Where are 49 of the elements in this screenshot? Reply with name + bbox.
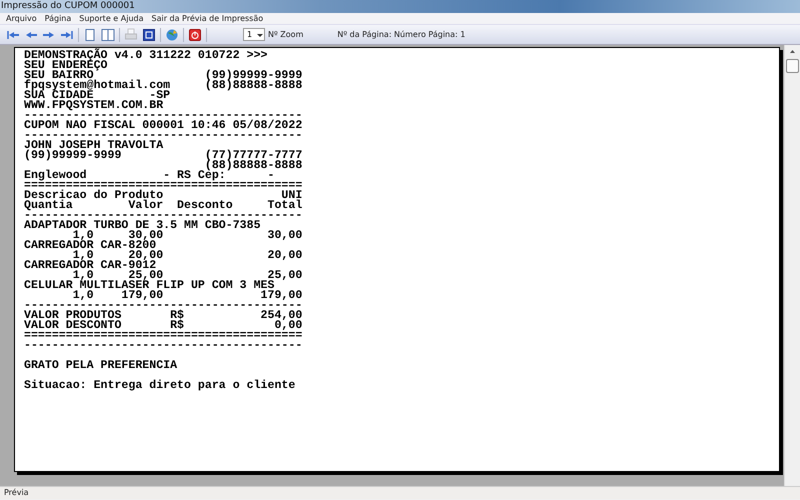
zoom-dropdown[interactable]: 1 [243, 28, 265, 41]
receipt-line: JOHN JOSEPH TRAVOLTA [24, 141, 164, 151]
globe-icon [165, 28, 179, 42]
receipt-line: SEU ENDEREÇO [24, 61, 108, 71]
page-icon [83, 28, 97, 42]
receipt-line: ======================================== [24, 181, 302, 191]
receipt-line: ---------------------------------------- [24, 301, 302, 311]
receipt-line: VALOR DESCONTO R$ 0,00 [24, 321, 302, 331]
toolbar-button[interactable] [142, 28, 156, 42]
receipt-line: Situacao: Entrega direto para o cliente [24, 381, 296, 391]
receipt-line: GRATO PELA PREFERENCIA [24, 361, 178, 371]
menu-item[interactable]: Sair da Prévia de Impressão [148, 14, 268, 23]
menu-item[interactable]: Suporte e Ajuda [75, 14, 148, 23]
receipt-line: ---------------------------------------- [24, 341, 302, 351]
two-pages-icon [101, 28, 115, 42]
square-icon [142, 28, 156, 42]
menu-item[interactable]: Página [40, 14, 76, 23]
zoom-label: Nº Zoom [268, 30, 304, 39]
menu-item[interactable]: Arquivo [2, 14, 41, 23]
receipt-line: ---------------------------------------- [24, 211, 302, 221]
receipt-line: WWW.FPQSYSTEM.COM.BR [24, 101, 164, 111]
receipt-line: VALOR PRODUTOS R$ 254,00 [24, 311, 302, 321]
receipt-line: Englewood - RS Cep: - [24, 171, 274, 181]
receipt-line: 1,0 20,00 20,00 [72, 251, 302, 261]
receipt-line: ======================================== [24, 331, 302, 341]
page-number-label: Nº da Página: Número Página: 1 [337, 30, 466, 39]
receipt-line: Descricao do Produto UNI [24, 191, 302, 201]
receipt-line: fpqsystem@hotmail.com (88)88888-8888 [24, 81, 302, 91]
receipt-line: CARREGADOR CAR-9012 [24, 261, 156, 271]
vertical-scrollbar[interactable] [784, 45, 800, 486]
receipt-line: CARREGADOR CAR-8200 [24, 241, 156, 251]
power-icon [188, 28, 202, 42]
window-title: Impressão do CUPOM 000001 [0, 1, 135, 11]
receipt-line: Quantia Valor Desconto Total [24, 201, 302, 211]
receipt-line: ---------------------------------------- [24, 131, 302, 141]
printer-icon [124, 28, 138, 42]
receipt-line: CELULAR MULTILASER FLIP UP COM 3 MES [24, 281, 274, 291]
receipt-line: (88)88888-8888 [204, 161, 302, 171]
receipt-line: 1,0 30,00 30,00 [72, 231, 302, 241]
receipt-line: ---------------------------------------- [24, 111, 302, 121]
receipt-line: SUA CIDADE -SP [24, 91, 170, 101]
scrollbar-thumb[interactable] [786, 59, 799, 73]
receipt-line: (99)99999-9999 (77)77777-7777 [24, 151, 302, 161]
receipt-line: CUPOM NAO FISCAL 000001 10:46 05/08/2022 [24, 121, 302, 131]
toolbar-button[interactable] [188, 28, 202, 42]
receipt-line: ADAPTADOR TURBO DE 3.5 MM CBO-7385 [24, 221, 261, 231]
receipt-line: 1,0 25,00 25,00 [72, 271, 302, 281]
receipt-line: 1,0 179,00 179,00 [72, 291, 302, 301]
status-text: Prévia [3, 488, 29, 497]
